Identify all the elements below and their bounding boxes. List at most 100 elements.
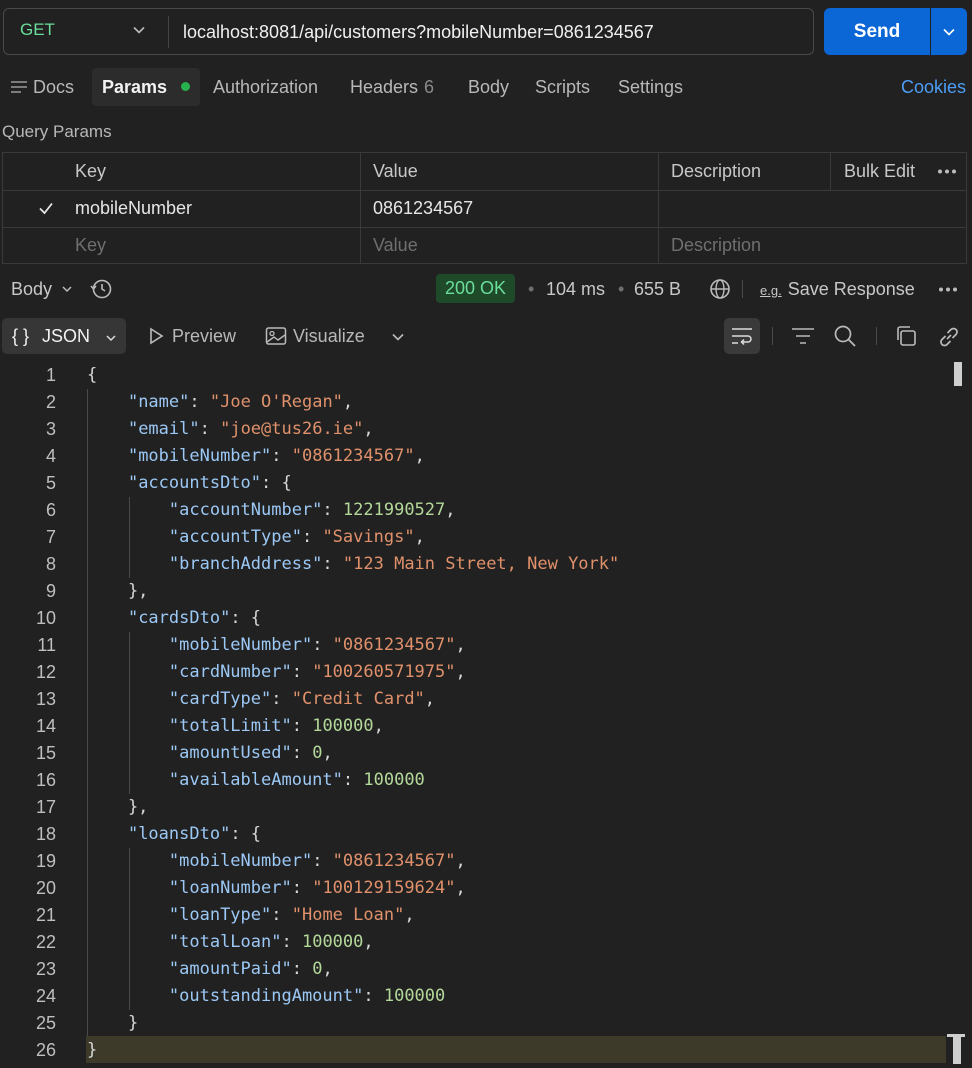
code-line: 3 "email": "joe@tus26.ie", bbox=[0, 416, 946, 443]
code-token: , bbox=[322, 959, 333, 979]
line-number: 25 bbox=[35, 1013, 56, 1033]
code-token: , bbox=[424, 689, 436, 709]
link-icon[interactable] bbox=[937, 325, 961, 349]
scrollbar-end-icon[interactable] bbox=[947, 1034, 965, 1064]
tab-settings[interactable]: Settings bbox=[618, 68, 683, 106]
code-line: 11 "mobileNumber": "0861234567", bbox=[0, 632, 946, 659]
key-placeholder[interactable]: Key bbox=[75, 227, 106, 264]
format-select[interactable]: { } JSON bbox=[2, 318, 126, 354]
tab-authorization[interactable]: Authorization bbox=[213, 68, 318, 106]
play-icon bbox=[150, 327, 164, 345]
code-token: : bbox=[291, 716, 313, 736]
code-token: "100260571975" bbox=[312, 662, 456, 682]
code-token: "availableAmount" bbox=[168, 770, 343, 790]
line-number: 18 bbox=[35, 824, 56, 844]
code-token: : bbox=[291, 878, 313, 898]
code-token: 100000 bbox=[312, 716, 374, 736]
chevron-down-icon[interactable] bbox=[391, 330, 405, 344]
code-text: "cardNumber": "100260571975", bbox=[87, 659, 466, 686]
description-placeholder[interactable]: Description bbox=[671, 227, 761, 264]
code-token: "0861234567" bbox=[332, 851, 456, 871]
code-token: "mobileNumber" bbox=[127, 446, 272, 466]
save-response-label: Save Response bbox=[787, 279, 915, 299]
code-token: "branchAddress" bbox=[168, 554, 323, 574]
code-token: "mobileNumber" bbox=[168, 851, 313, 871]
code-text: "loanType": "Home Loan", bbox=[87, 902, 415, 929]
line-number: 24 bbox=[35, 986, 56, 1006]
more-options-icon[interactable] bbox=[938, 287, 958, 292]
visualize-button[interactable]: Visualize bbox=[265, 318, 365, 354]
code-token: , bbox=[404, 905, 415, 925]
tab-headers[interactable]: Headers 6 bbox=[350, 68, 434, 106]
code-token: : bbox=[271, 905, 292, 925]
code-token: : bbox=[189, 392, 210, 412]
url-input[interactable]: localhost:8081/api/customers?mobileNumbe… bbox=[183, 9, 654, 54]
response-body-editor[interactable]: 1{2 "name": "Joe O'Regan", 3 "email": "jo… bbox=[0, 362, 972, 1068]
code-token: , bbox=[414, 527, 425, 547]
preview-button[interactable]: Preview bbox=[146, 318, 236, 354]
code-line: 24 "outstandingAmount": 100000 bbox=[0, 983, 946, 1010]
visualize-label: Visualize bbox=[293, 326, 365, 346]
code-line: 9 }, bbox=[0, 578, 946, 605]
cookies-link[interactable]: Cookies bbox=[901, 68, 966, 106]
send-options-button[interactable] bbox=[931, 8, 967, 55]
code-text: "totalLimit": 100000, bbox=[87, 713, 384, 740]
scrollbar-thumb[interactable] bbox=[954, 362, 962, 386]
code-token: , bbox=[373, 716, 384, 736]
tab-docs-label: Docs bbox=[33, 77, 75, 97]
history-icon[interactable] bbox=[90, 278, 114, 300]
more-options-icon[interactable] bbox=[937, 169, 957, 174]
code-token: "amountPaid" bbox=[168, 959, 292, 979]
body-label: Body bbox=[11, 279, 53, 299]
param-value[interactable]: 0861234567 bbox=[373, 190, 473, 227]
copy-icon[interactable] bbox=[895, 325, 917, 347]
code-line: 21 "loanType": "Home Loan", bbox=[0, 902, 946, 929]
code-token: : bbox=[291, 662, 313, 682]
chevron-down-icon bbox=[62, 286, 72, 293]
code-text: "accountType": "Savings", bbox=[87, 524, 425, 551]
send-button[interactable]: Send bbox=[824, 8, 930, 55]
chevron-down-icon[interactable] bbox=[132, 23, 146, 37]
format-label: JSON bbox=[42, 326, 91, 346]
code-token: { bbox=[87, 365, 98, 385]
save-response-button[interactable]: e.g. Save Response bbox=[760, 270, 915, 308]
response-size[interactable]: 655 B bbox=[634, 270, 681, 308]
method-select[interactable]: GET bbox=[20, 9, 55, 54]
tab-params[interactable]: Params bbox=[92, 68, 201, 106]
checkbox-checked-icon[interactable] bbox=[37, 199, 55, 217]
body-dropdown[interactable]: Body bbox=[11, 270, 73, 308]
code-token: "100129159624" bbox=[312, 878, 456, 898]
line-number: 7 bbox=[45, 527, 56, 547]
status-badge[interactable]: 200 OK bbox=[436, 274, 516, 303]
search-icon[interactable] bbox=[833, 324, 857, 348]
table-header-row: Key Value Description Bulk Edit bbox=[3, 153, 966, 191]
code-token: "name" bbox=[127, 392, 190, 412]
code-text: "mobileNumber": "0861234567", bbox=[87, 632, 466, 659]
code-token: : bbox=[342, 770, 364, 790]
tab-headers-label: Headers bbox=[350, 77, 419, 97]
code-token: , bbox=[322, 743, 333, 763]
value-placeholder[interactable]: Value bbox=[373, 227, 418, 264]
tab-scripts[interactable]: Scripts bbox=[535, 68, 590, 106]
filter-icon[interactable] bbox=[791, 327, 815, 345]
code-token: "loanNumber" bbox=[168, 878, 292, 898]
code-token: "Savings" bbox=[322, 527, 415, 547]
tab-docs[interactable]: Docs bbox=[10, 68, 74, 106]
globe-icon[interactable] bbox=[709, 278, 731, 300]
code-text: "cardsDto": { bbox=[87, 605, 261, 632]
line-number: 16 bbox=[35, 770, 56, 790]
response-time[interactable]: 104 ms bbox=[546, 270, 605, 308]
url-bar[interactable]: GET localhost:8081/api/customers?mobileN… bbox=[3, 8, 814, 55]
code-token: , bbox=[455, 662, 466, 682]
code-text: "name": "Joe O'Regan", bbox=[87, 389, 353, 416]
tab-body[interactable]: Body bbox=[468, 68, 509, 106]
param-key[interactable]: mobileNumber bbox=[75, 190, 192, 227]
wrap-lines-button[interactable] bbox=[724, 318, 760, 354]
line-number: 21 bbox=[35, 905, 56, 925]
bulk-edit-button[interactable]: Bulk Edit bbox=[844, 153, 915, 190]
line-number: 12 bbox=[35, 662, 56, 682]
